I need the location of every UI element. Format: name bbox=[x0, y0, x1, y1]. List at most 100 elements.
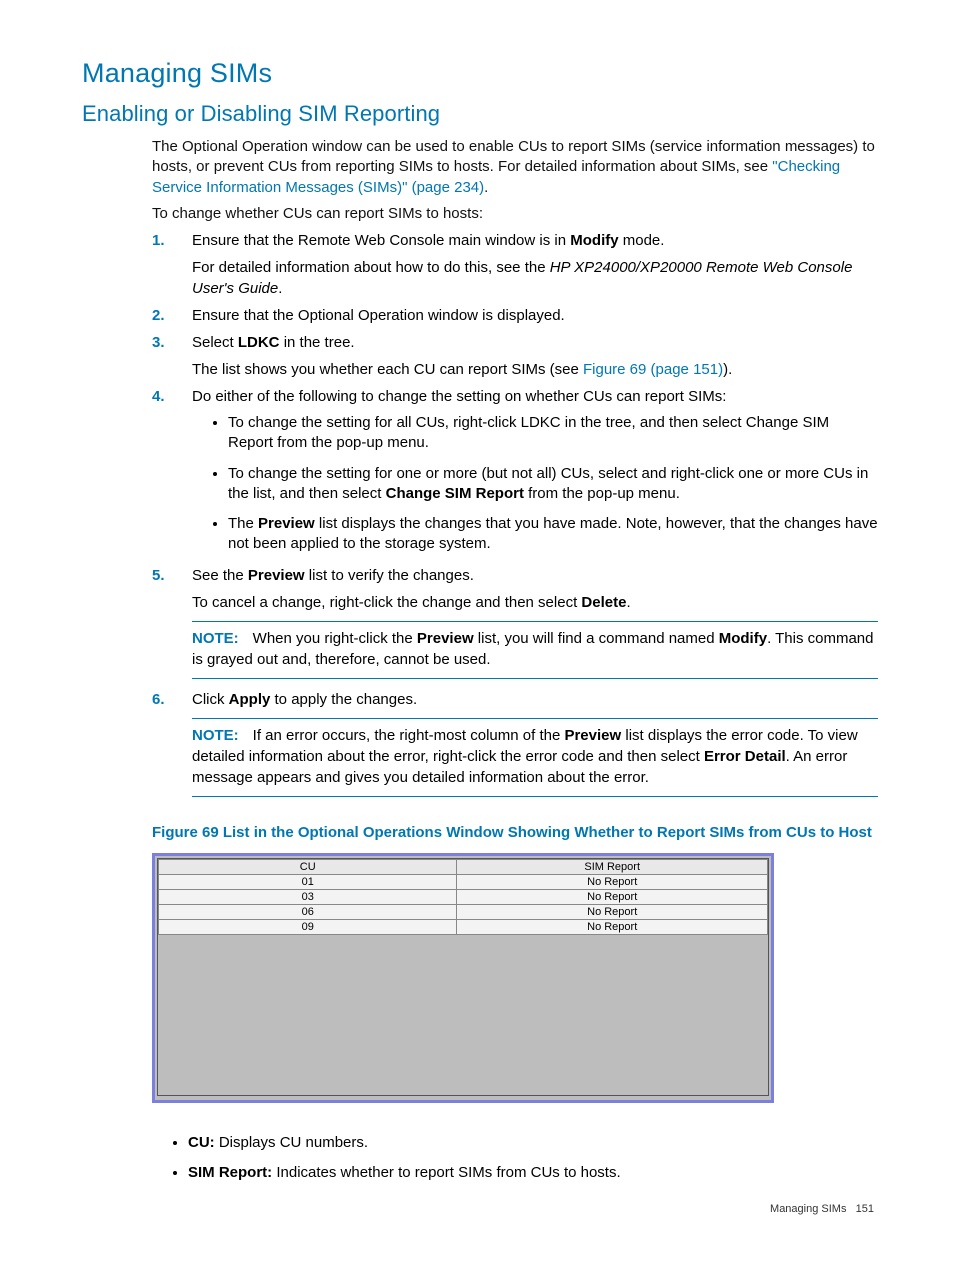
page-content: Managing SIMs Enabling or Disabling SIM … bbox=[0, 0, 954, 1245]
note-preview-modify: NOTE: When you right-click the Preview li… bbox=[192, 621, 878, 679]
table-row: 01No Report bbox=[159, 874, 768, 889]
step-6: 6. Click Apply to apply the changes. NOT… bbox=[152, 689, 878, 797]
bold-preview: Preview bbox=[248, 567, 305, 584]
step-4-bullet-2: To change the setting for one or more (b… bbox=[228, 464, 878, 505]
table-row: 06No Report bbox=[159, 904, 768, 919]
bold-delete: Delete bbox=[581, 594, 626, 611]
step-4-text: Do either of the following to change the… bbox=[192, 386, 878, 407]
bold-preview: Preview bbox=[564, 727, 621, 744]
column-definitions: CU: Displays CU numbers. SIM Report: Ind… bbox=[152, 1133, 878, 1184]
text: in the tree. bbox=[280, 334, 355, 351]
text: The bbox=[228, 515, 258, 532]
intro-block: The Optional Operation window can be use… bbox=[152, 137, 878, 224]
bold-preview: Preview bbox=[417, 630, 474, 647]
note-error-detail: NOTE: If an error occurs, the right-most … bbox=[192, 718, 878, 797]
step-3-text: Select LDKC in the tree. bbox=[192, 332, 878, 353]
step-6-text: Click Apply to apply the changes. bbox=[192, 689, 878, 710]
text: To cancel a change, right-click the chan… bbox=[192, 594, 581, 611]
table-cell: No Report bbox=[457, 919, 768, 934]
bold-sim-report: SIM Report: bbox=[188, 1164, 272, 1181]
page-footer: Managing SIMs 151 bbox=[82, 1203, 878, 1215]
text: If an error occurs, the right-most colum… bbox=[253, 727, 565, 744]
step-number: 6. bbox=[152, 689, 180, 710]
sim-report-table: CU SIM Report 01No Report03No Report06No… bbox=[158, 859, 768, 935]
text: Select bbox=[192, 334, 238, 351]
def-sim-report: SIM Report: Indicates whether to report … bbox=[188, 1163, 878, 1183]
table-cell: 09 bbox=[159, 919, 457, 934]
text: Ensure that the Remote Web Console main … bbox=[192, 232, 570, 249]
heading-enabling-disabling: Enabling or Disabling SIM Reporting bbox=[82, 101, 878, 127]
step-number: 1. bbox=[152, 230, 180, 251]
text: . bbox=[626, 594, 630, 611]
intro-text-1a: The Optional Operation window can be use… bbox=[152, 138, 875, 175]
text: For detailed information about how to do… bbox=[192, 259, 550, 276]
heading-managing-sims: Managing SIMs bbox=[82, 58, 878, 89]
step-5-detail: To cancel a change, right-click the chan… bbox=[192, 592, 878, 613]
link-figure-69[interactable]: Figure 69 (page 151) bbox=[583, 361, 723, 378]
bold-apply: Apply bbox=[229, 691, 271, 708]
step-5-text: See the Preview list to verify the chang… bbox=[192, 565, 878, 586]
step-4-options: To change the setting for all CUs, right… bbox=[192, 413, 878, 555]
col-cu: CU bbox=[159, 859, 457, 874]
bold-cu: CU: bbox=[188, 1134, 215, 1151]
bold-change-sim: Change SIM Report bbox=[386, 485, 524, 502]
bold-modify: Modify bbox=[719, 630, 767, 647]
text: Click bbox=[192, 691, 229, 708]
step-1-text: Ensure that the Remote Web Console main … bbox=[192, 230, 878, 251]
text: ). bbox=[723, 361, 732, 378]
footer-page-number: 151 bbox=[856, 1203, 874, 1215]
figure-69-table: CU SIM Report 01No Report03No Report06No… bbox=[152, 853, 774, 1103]
step-1-detail: For detailed information about how to do… bbox=[192, 257, 878, 299]
step-4-bullet-1: To change the setting for all CUs, right… bbox=[228, 413, 878, 454]
text: Indicates whether to report SIMs from CU… bbox=[272, 1164, 620, 1181]
table-body: 01No Report03No Report06No Report09No Re… bbox=[159, 874, 768, 934]
table-row: 09No Report bbox=[159, 919, 768, 934]
step-5: 5. See the Preview list to verify the ch… bbox=[152, 565, 878, 679]
step-number: 5. bbox=[152, 565, 180, 586]
table-cell: No Report bbox=[457, 874, 768, 889]
table-cell: No Report bbox=[457, 904, 768, 919]
step-number: 2. bbox=[152, 305, 180, 326]
table-cell: No Report bbox=[457, 889, 768, 904]
table-cell: 01 bbox=[159, 874, 457, 889]
footer-section: Managing SIMs bbox=[770, 1203, 846, 1215]
bold-modify: Modify bbox=[570, 232, 618, 249]
bold-error-detail: Error Detail bbox=[704, 748, 786, 765]
figure-69-caption: Figure 69 List in the Optional Operation… bbox=[152, 823, 878, 843]
intro-paragraph-1: The Optional Operation window can be use… bbox=[152, 137, 878, 198]
table-header-row: CU SIM Report bbox=[159, 859, 768, 874]
steps-list: 1. Ensure that the Remote Web Console ma… bbox=[152, 230, 878, 797]
bold-ldkc: LDKC bbox=[238, 334, 280, 351]
text: The list shows you whether each CU can r… bbox=[192, 361, 583, 378]
table-row: 03No Report bbox=[159, 889, 768, 904]
text: to apply the changes. bbox=[270, 691, 417, 708]
col-sim-report: SIM Report bbox=[457, 859, 768, 874]
text: list to verify the changes. bbox=[305, 567, 474, 584]
text: When you right-click the bbox=[253, 630, 417, 647]
step-number: 4. bbox=[152, 386, 180, 407]
text: from the pop-up menu. bbox=[524, 485, 680, 502]
text: list displays the changes that you have … bbox=[228, 515, 878, 552]
step-4: 4. Do either of the following to change … bbox=[152, 386, 878, 555]
table-cell: 06 bbox=[159, 904, 457, 919]
def-cu: CU: Displays CU numbers. bbox=[188, 1133, 878, 1153]
bold-preview: Preview bbox=[258, 515, 315, 532]
note-label: NOTE: bbox=[192, 727, 239, 744]
intro-text-1b: . bbox=[484, 179, 488, 196]
step-4-bullet-3: The Preview list displays the changes th… bbox=[228, 514, 878, 555]
intro-paragraph-2: To change whether CUs can report SIMs to… bbox=[152, 204, 878, 224]
text: mode. bbox=[619, 232, 665, 249]
step-3: 3. Select LDKC in the tree. The list sho… bbox=[152, 332, 878, 380]
text: list, you will find a command named bbox=[474, 630, 719, 647]
text: See the bbox=[192, 567, 248, 584]
table-inner: CU SIM Report 01No Report03No Report06No… bbox=[157, 858, 769, 1096]
step-2: 2. Ensure that the Optional Operation wi… bbox=[152, 305, 878, 326]
step-2-text: Ensure that the Optional Operation windo… bbox=[192, 305, 878, 326]
text: Displays CU numbers. bbox=[215, 1134, 368, 1151]
text: . bbox=[278, 280, 282, 297]
table-cell: 03 bbox=[159, 889, 457, 904]
note-label: NOTE: bbox=[192, 630, 239, 647]
step-number: 3. bbox=[152, 332, 180, 353]
step-3-detail: The list shows you whether each CU can r… bbox=[192, 359, 878, 380]
step-1: 1. Ensure that the Remote Web Console ma… bbox=[152, 230, 878, 299]
